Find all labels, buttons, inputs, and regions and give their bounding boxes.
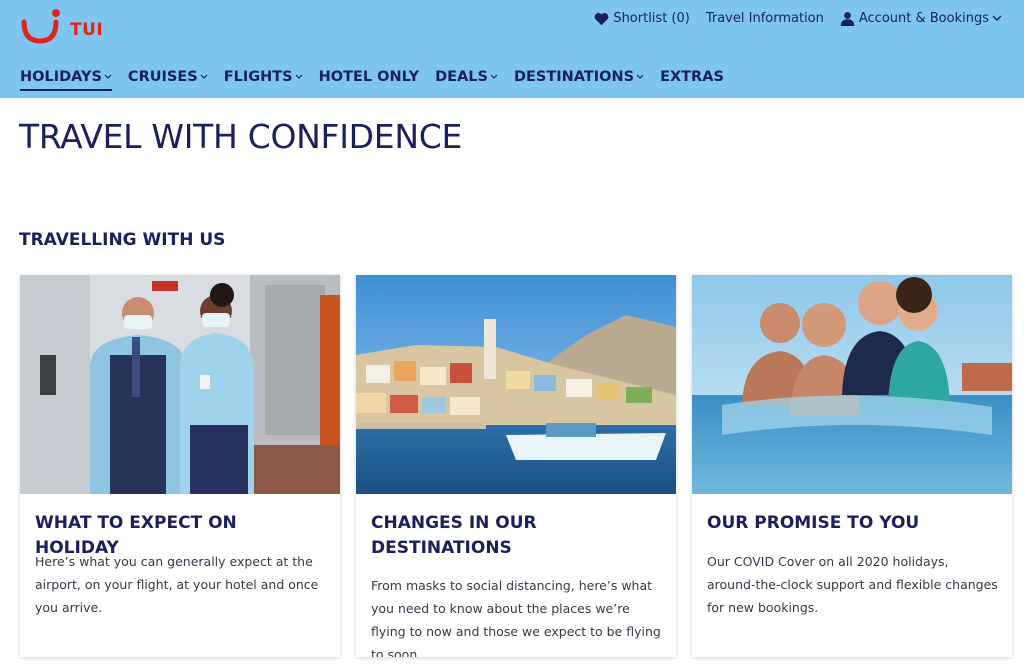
family-pool-image (692, 275, 1012, 494)
chevron-down-icon (295, 74, 303, 79)
section-title: TRAVELLING WITH US (19, 230, 226, 250)
tui-logo[interactable]: TUI (20, 8, 103, 44)
card-our-promise[interactable]: OUR PROMISE TO YOU Our COVID Cover on al… (692, 275, 1012, 657)
card-description: From masks to social distancing, here’s … (371, 578, 661, 657)
card-description: Our COVID Cover on all 2020 holidays, ar… (707, 554, 998, 615)
nav-item-extras[interactable]: EXTRAS (660, 66, 724, 88)
user-icon (840, 12, 855, 26)
account-bookings-link[interactable]: Account & Bookings (840, 11, 1006, 26)
nav-item-holidays[interactable]: HOLIDAYS (20, 66, 112, 91)
chevron-down-icon (636, 74, 644, 79)
shortlist-label: Shortlist (0) (613, 11, 690, 26)
utility-nav: Shortlist (0) Travel Information Account… (578, 11, 1006, 26)
nav-label: DESTINATIONS (513, 69, 635, 85)
travel-information-link[interactable]: Travel Information (706, 11, 824, 26)
nav-label: HOTEL ONLY (318, 69, 420, 85)
nav-item-flights[interactable]: FLIGHTS (224, 66, 303, 88)
main-nav: HOLIDAYS CRUISES FLIGHTS HOTEL ONLY DEAL… (20, 66, 740, 91)
account-bookings-label: Account & Bookings (858, 11, 989, 26)
tui-smile-icon (21, 9, 60, 44)
nav-item-cruises[interactable]: CRUISES (128, 66, 208, 88)
card-description: Here’s what you can generally expect at … (35, 554, 319, 615)
cabin-crew-image (20, 275, 340, 494)
nav-label: EXTRAS (660, 69, 724, 85)
card-changes-destinations[interactable]: CHANGES IN OUR DESTINATIONS From masks t… (356, 275, 676, 657)
chevron-down-icon (992, 15, 1002, 21)
nav-label: DEALS (435, 69, 488, 85)
nav-label: FLIGHTS (223, 69, 293, 85)
site-header: TUI Shortlist (0) Travel Information Acc… (0, 0, 1024, 98)
card-title: OUR PROMISE TO YOU (707, 513, 920, 533)
travel-information-label: Travel Information (705, 11, 824, 26)
nav-item-destinations[interactable]: DESTINATIONS (514, 66, 644, 88)
shortlist-link[interactable]: Shortlist (0) (594, 11, 690, 26)
chevron-down-icon (200, 74, 208, 79)
nav-label: CRUISES (127, 69, 198, 85)
chevron-down-icon (104, 74, 112, 79)
harbour-town-image (356, 275, 676, 494)
chevron-down-icon (490, 74, 498, 79)
page-title: TRAVEL WITH CONFIDENCE (19, 117, 462, 156)
nav-label: HOLIDAYS (20, 69, 102, 85)
card-title: CHANGES IN OUR DESTINATIONS (371, 513, 537, 558)
heart-icon (594, 12, 609, 25)
logo-text: TUI (70, 20, 104, 40)
nav-item-deals[interactable]: DEALS (435, 66, 498, 88)
card-what-to-expect[interactable]: WHAT TO EXPECT ON HOLIDAY Here’s what yo… (20, 275, 340, 657)
nav-item-hotel-only[interactable]: HOTEL ONLY (319, 66, 420, 88)
